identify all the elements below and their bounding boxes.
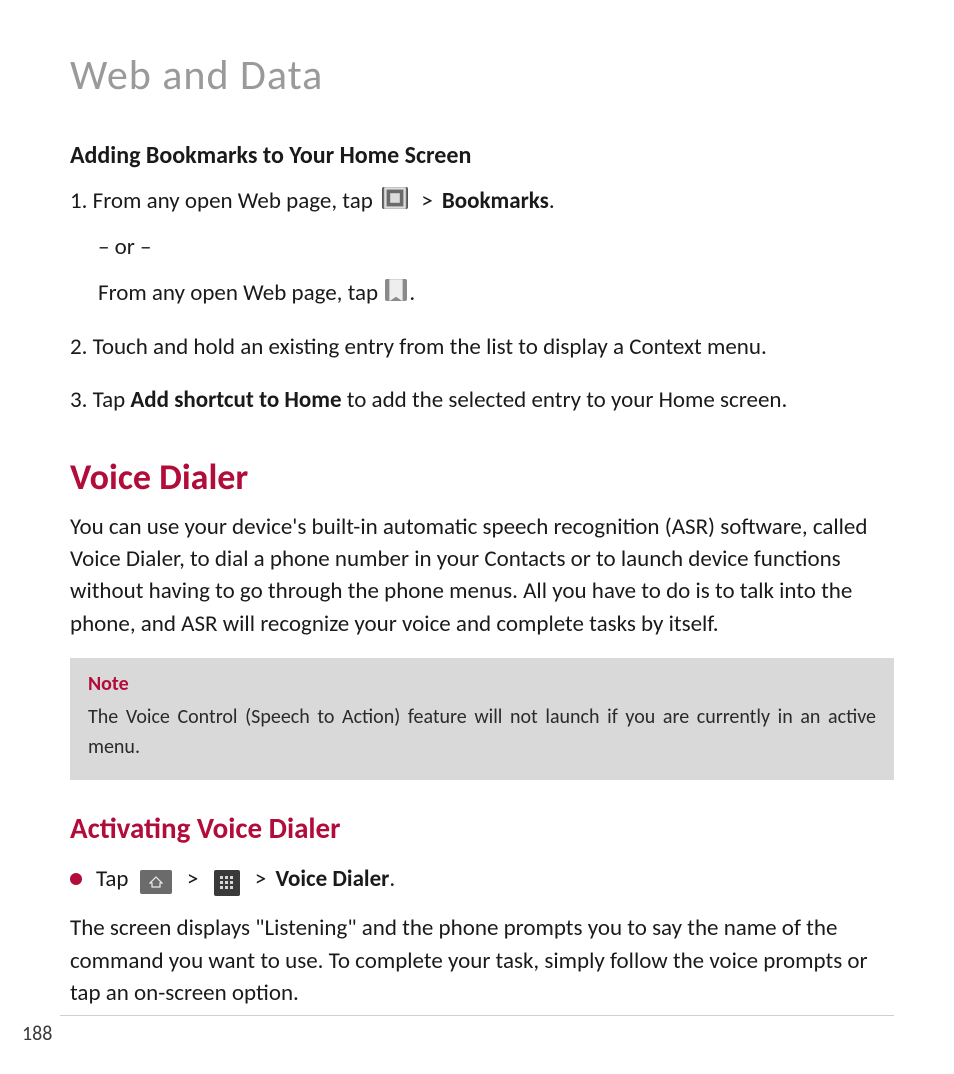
- listening-para: The screen displays "Listening" and the …: [70, 912, 894, 1009]
- app-grid-icon: [214, 870, 240, 896]
- document-page: Web and Data Adding Bookmarks to Your Ho…: [0, 0, 954, 1074]
- alt-step-text: From any open Web page, tap: [98, 279, 383, 307]
- period: .: [549, 187, 555, 215]
- voice-dialer-label: Voice Dialer: [275, 865, 389, 893]
- tap-label: Tap: [96, 865, 134, 893]
- alt-step: From any open Web page, tap .: [98, 275, 894, 312]
- bullet-icon: [70, 873, 82, 885]
- voice-dialer-intro: You can use your device's built-in autom…: [70, 511, 894, 640]
- note-callout: Note The Voice Control (Speech to Action…: [70, 658, 894, 780]
- list-item: 2. Touch and hold an existing entry from…: [70, 330, 894, 365]
- ordered-list: 1. From any open Web page, tap > Bookmar…: [70, 184, 894, 417]
- voice-dialer-heading: Voice Dialer: [70, 455, 894, 499]
- chapter-title: Web and Data: [70, 50, 894, 101]
- bullet-item: Tap > > Voice Dialer.: [70, 862, 894, 897]
- activating-voice-dialer-heading: Activating Voice Dialer: [70, 810, 894, 846]
- section-heading-bookmarks: Adding Bookmarks to Your Home Screen: [70, 141, 894, 170]
- step3-pre: 3. Tap: [70, 386, 130, 414]
- page-number: 188: [22, 1022, 52, 1046]
- step3-post: to add the selected entry to your Home s…: [342, 386, 788, 414]
- step-text: 1. From any open Web page, tap: [70, 187, 378, 215]
- breadcrumb-separator: >: [255, 865, 266, 893]
- add-shortcut-label: Add shortcut to Home: [130, 386, 341, 414]
- list-item: 1. From any open Web page, tap > Bookmar…: [70, 184, 894, 312]
- breadcrumb-separator: >: [187, 865, 198, 893]
- home-icon: [140, 870, 172, 894]
- bookmark-icon: [385, 279, 407, 301]
- footer-rule: [60, 1015, 894, 1016]
- period: .: [409, 279, 415, 307]
- bookmarks-label: Bookmarks: [442, 187, 549, 215]
- list-item: 3. Tap Add shortcut to Home to add the s…: [70, 383, 894, 418]
- note-text: The Voice Control (Speech to Action) fea…: [88, 702, 876, 762]
- period: .: [389, 865, 395, 893]
- menu-icon: [382, 187, 408, 209]
- note-label: Note: [88, 672, 876, 696]
- or-separator: – or –: [98, 229, 894, 266]
- breadcrumb-separator: >: [421, 187, 432, 215]
